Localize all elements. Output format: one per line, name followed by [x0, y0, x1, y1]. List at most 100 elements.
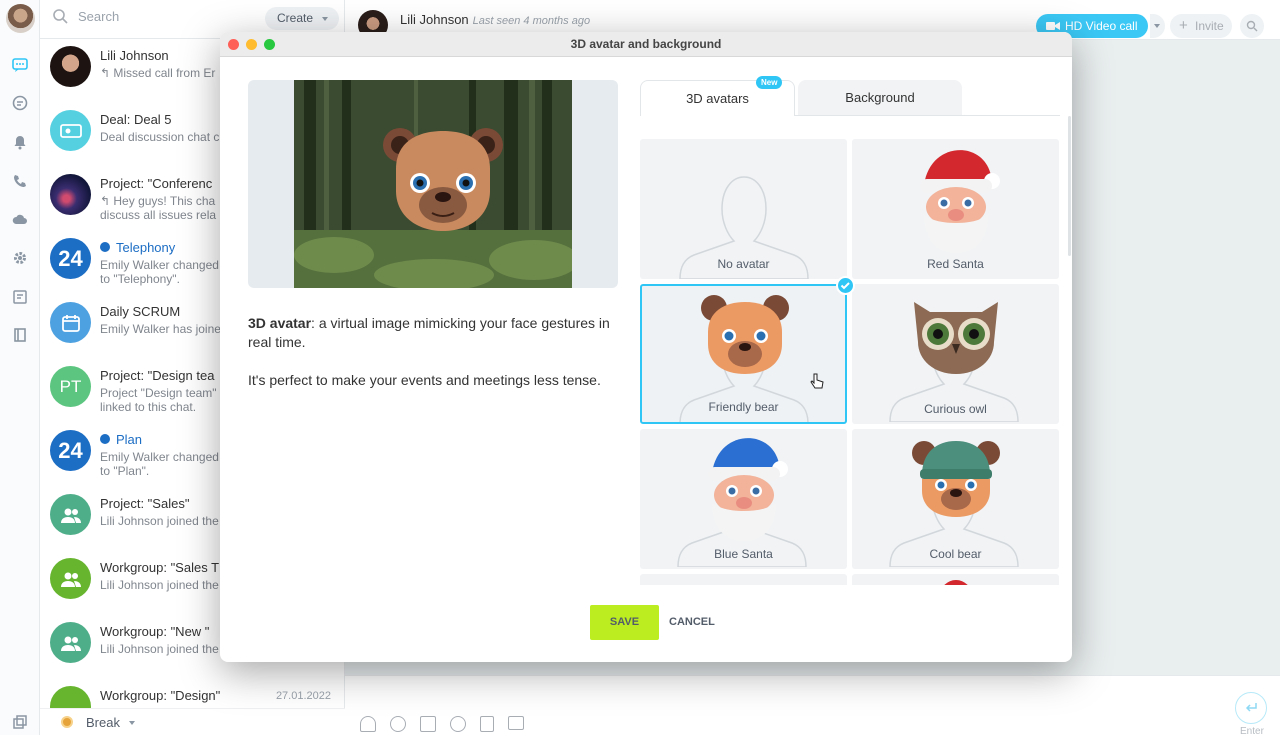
- avatar: [50, 110, 91, 151]
- chat-name: Deal: Deal 5: [100, 112, 172, 127]
- minimize-window-button[interactable]: [246, 39, 257, 50]
- group-icon: [60, 508, 81, 523]
- forest-background-image: [294, 80, 572, 288]
- openlines-icon[interactable]: [10, 93, 30, 113]
- avatar: [50, 494, 91, 535]
- chat-preview: Lili Johnson joined the: [100, 514, 219, 528]
- chat-name: Daily SCRUM: [100, 304, 181, 319]
- avatar: [50, 46, 91, 87]
- avatar: [50, 622, 91, 663]
- avatar-option-friendly-bear[interactable]: Friendly bear: [640, 284, 847, 424]
- dialog-title: 3D avatar and background: [570, 37, 722, 51]
- send-button[interactable]: [1235, 692, 1267, 724]
- tab-underline: [795, 115, 1060, 116]
- chat-name: Plan: [100, 432, 142, 447]
- reply-icon: ↰: [100, 194, 114, 208]
- chat-name: Project: "Conferenc: [100, 176, 213, 191]
- phone-icon[interactable]: [10, 171, 30, 191]
- chat-icon[interactable]: [10, 55, 30, 75]
- chat-name: Project: "Design tea: [100, 368, 215, 383]
- paperclip-icon[interactable]: [360, 716, 376, 732]
- chat-preview: Emily Walker changed to "Telephony".: [100, 258, 219, 286]
- contact-title[interactable]: Lili Johnson Last seen 4 months ago: [400, 12, 590, 27]
- avatar-option-blue-santa[interactable]: Blue Santa: [640, 429, 847, 569]
- chat-name: Workgroup: "Sales T: [100, 560, 220, 575]
- create-button[interactable]: Create: [265, 7, 340, 30]
- video-call-options-button[interactable]: [1150, 14, 1165, 38]
- avatar-option-curious-owl[interactable]: Curious owl: [852, 284, 1059, 424]
- avatar: [50, 302, 91, 343]
- avatar-description: 3D avatar: a virtual image mimicking you…: [248, 314, 628, 409]
- santa-hat-peek: [940, 580, 972, 585]
- plus-icon: +: [1179, 17, 1188, 34]
- chat-preview: ↰ Hey guys! This cha discuss all issues …: [100, 194, 217, 222]
- group-icon: [60, 572, 81, 587]
- screen-icon[interactable]: [508, 716, 524, 730]
- chat-preview: Lili Johnson joined the: [100, 578, 219, 592]
- chat-preview: Lili Johnson joined the: [100, 642, 219, 656]
- message-composer[interactable]: Enter: [345, 675, 1280, 735]
- file-icon[interactable]: [480, 716, 494, 732]
- new-badge: New: [756, 76, 783, 89]
- avatar: 24: [50, 238, 91, 279]
- send-hint: Enter: [1240, 726, 1264, 735]
- calendar-icon: [61, 314, 80, 332]
- blue-santa-image: [708, 438, 788, 541]
- avatar-label: No avatar: [717, 257, 770, 271]
- status-bar[interactable]: Break: [40, 708, 345, 735]
- description-text-2: It's perfect to make your events and mee…: [248, 372, 601, 388]
- save-button[interactable]: SAVE: [590, 605, 659, 640]
- chevron-down-icon: [129, 721, 135, 725]
- status-label: Break: [86, 715, 120, 730]
- last-seen: Last seen 4 months ago: [472, 15, 591, 27]
- tasks-icon[interactable]: [10, 287, 30, 307]
- invite-button[interactable]: + Invite: [1170, 14, 1232, 38]
- search-in-chat-button[interactable]: [1240, 14, 1264, 38]
- cloud-icon[interactable]: [10, 209, 30, 229]
- search-icon: [1246, 20, 1258, 32]
- search-box[interactable]: Search: [52, 8, 119, 24]
- avatar-option-more[interactable]: [852, 574, 1059, 585]
- avatar-option-more[interactable]: [640, 574, 847, 585]
- hand-cursor-icon: [810, 373, 824, 389]
- enter-icon: [1245, 703, 1257, 712]
- smile-icon[interactable]: [450, 716, 466, 732]
- avatar-label: Friendly bear: [708, 400, 779, 414]
- camera-preview: [248, 80, 618, 288]
- windows-icon[interactable]: [10, 713, 30, 733]
- chat-name: Project: "Sales": [100, 496, 190, 511]
- chat-name: Telephony: [100, 240, 175, 255]
- zoom-window-button[interactable]: [264, 39, 275, 50]
- close-window-button[interactable]: [228, 39, 239, 50]
- avatar-label: Red Santa: [927, 257, 984, 271]
- chat-preview: ↰ Missed call from Er: [100, 66, 216, 80]
- composer-tools: [360, 716, 524, 732]
- gear-icon[interactable]: [10, 248, 30, 268]
- chat-name: Workgroup: "New ": [100, 624, 210, 639]
- bell-icon[interactable]: [10, 132, 30, 152]
- avatar-option-none[interactable]: No avatar: [640, 139, 847, 279]
- chat-name: Workgroup: "Design": [100, 688, 221, 703]
- dialog-titlebar: 3D avatar and background: [220, 32, 1072, 57]
- avatar-option-cool-bear[interactable]: Cool bear: [852, 429, 1059, 569]
- avatar: [50, 558, 91, 599]
- format-icon[interactable]: [420, 716, 436, 732]
- coffee-icon: [61, 716, 73, 728]
- list-item[interactable]: Workgroup: "Design" 27.01.2022: [40, 682, 345, 708]
- chevron-down-icon: [1154, 24, 1160, 28]
- cancel-button[interactable]: CANCEL: [669, 605, 715, 640]
- my-avatar[interactable]: [6, 4, 35, 33]
- avatar-label: Cool bear: [929, 547, 982, 561]
- chat-preview: Emily Walker changed to "Plan".: [100, 450, 219, 478]
- avatar: [50, 174, 91, 215]
- curious-owl-image: [914, 302, 998, 374]
- user-icon[interactable]: [390, 716, 406, 732]
- grid-scrollbar[interactable]: [1068, 116, 1071, 256]
- avatar: PT: [50, 366, 91, 407]
- bear-avatar-face: [382, 125, 504, 237]
- avatar-option-red-santa[interactable]: Red Santa: [852, 139, 1059, 279]
- tab-background[interactable]: Background: [798, 80, 962, 116]
- notebook-icon[interactable]: [10, 325, 30, 345]
- chat-preview: Project "Design team" linked to this cha…: [100, 386, 217, 414]
- selected-check-icon: [836, 276, 855, 295]
